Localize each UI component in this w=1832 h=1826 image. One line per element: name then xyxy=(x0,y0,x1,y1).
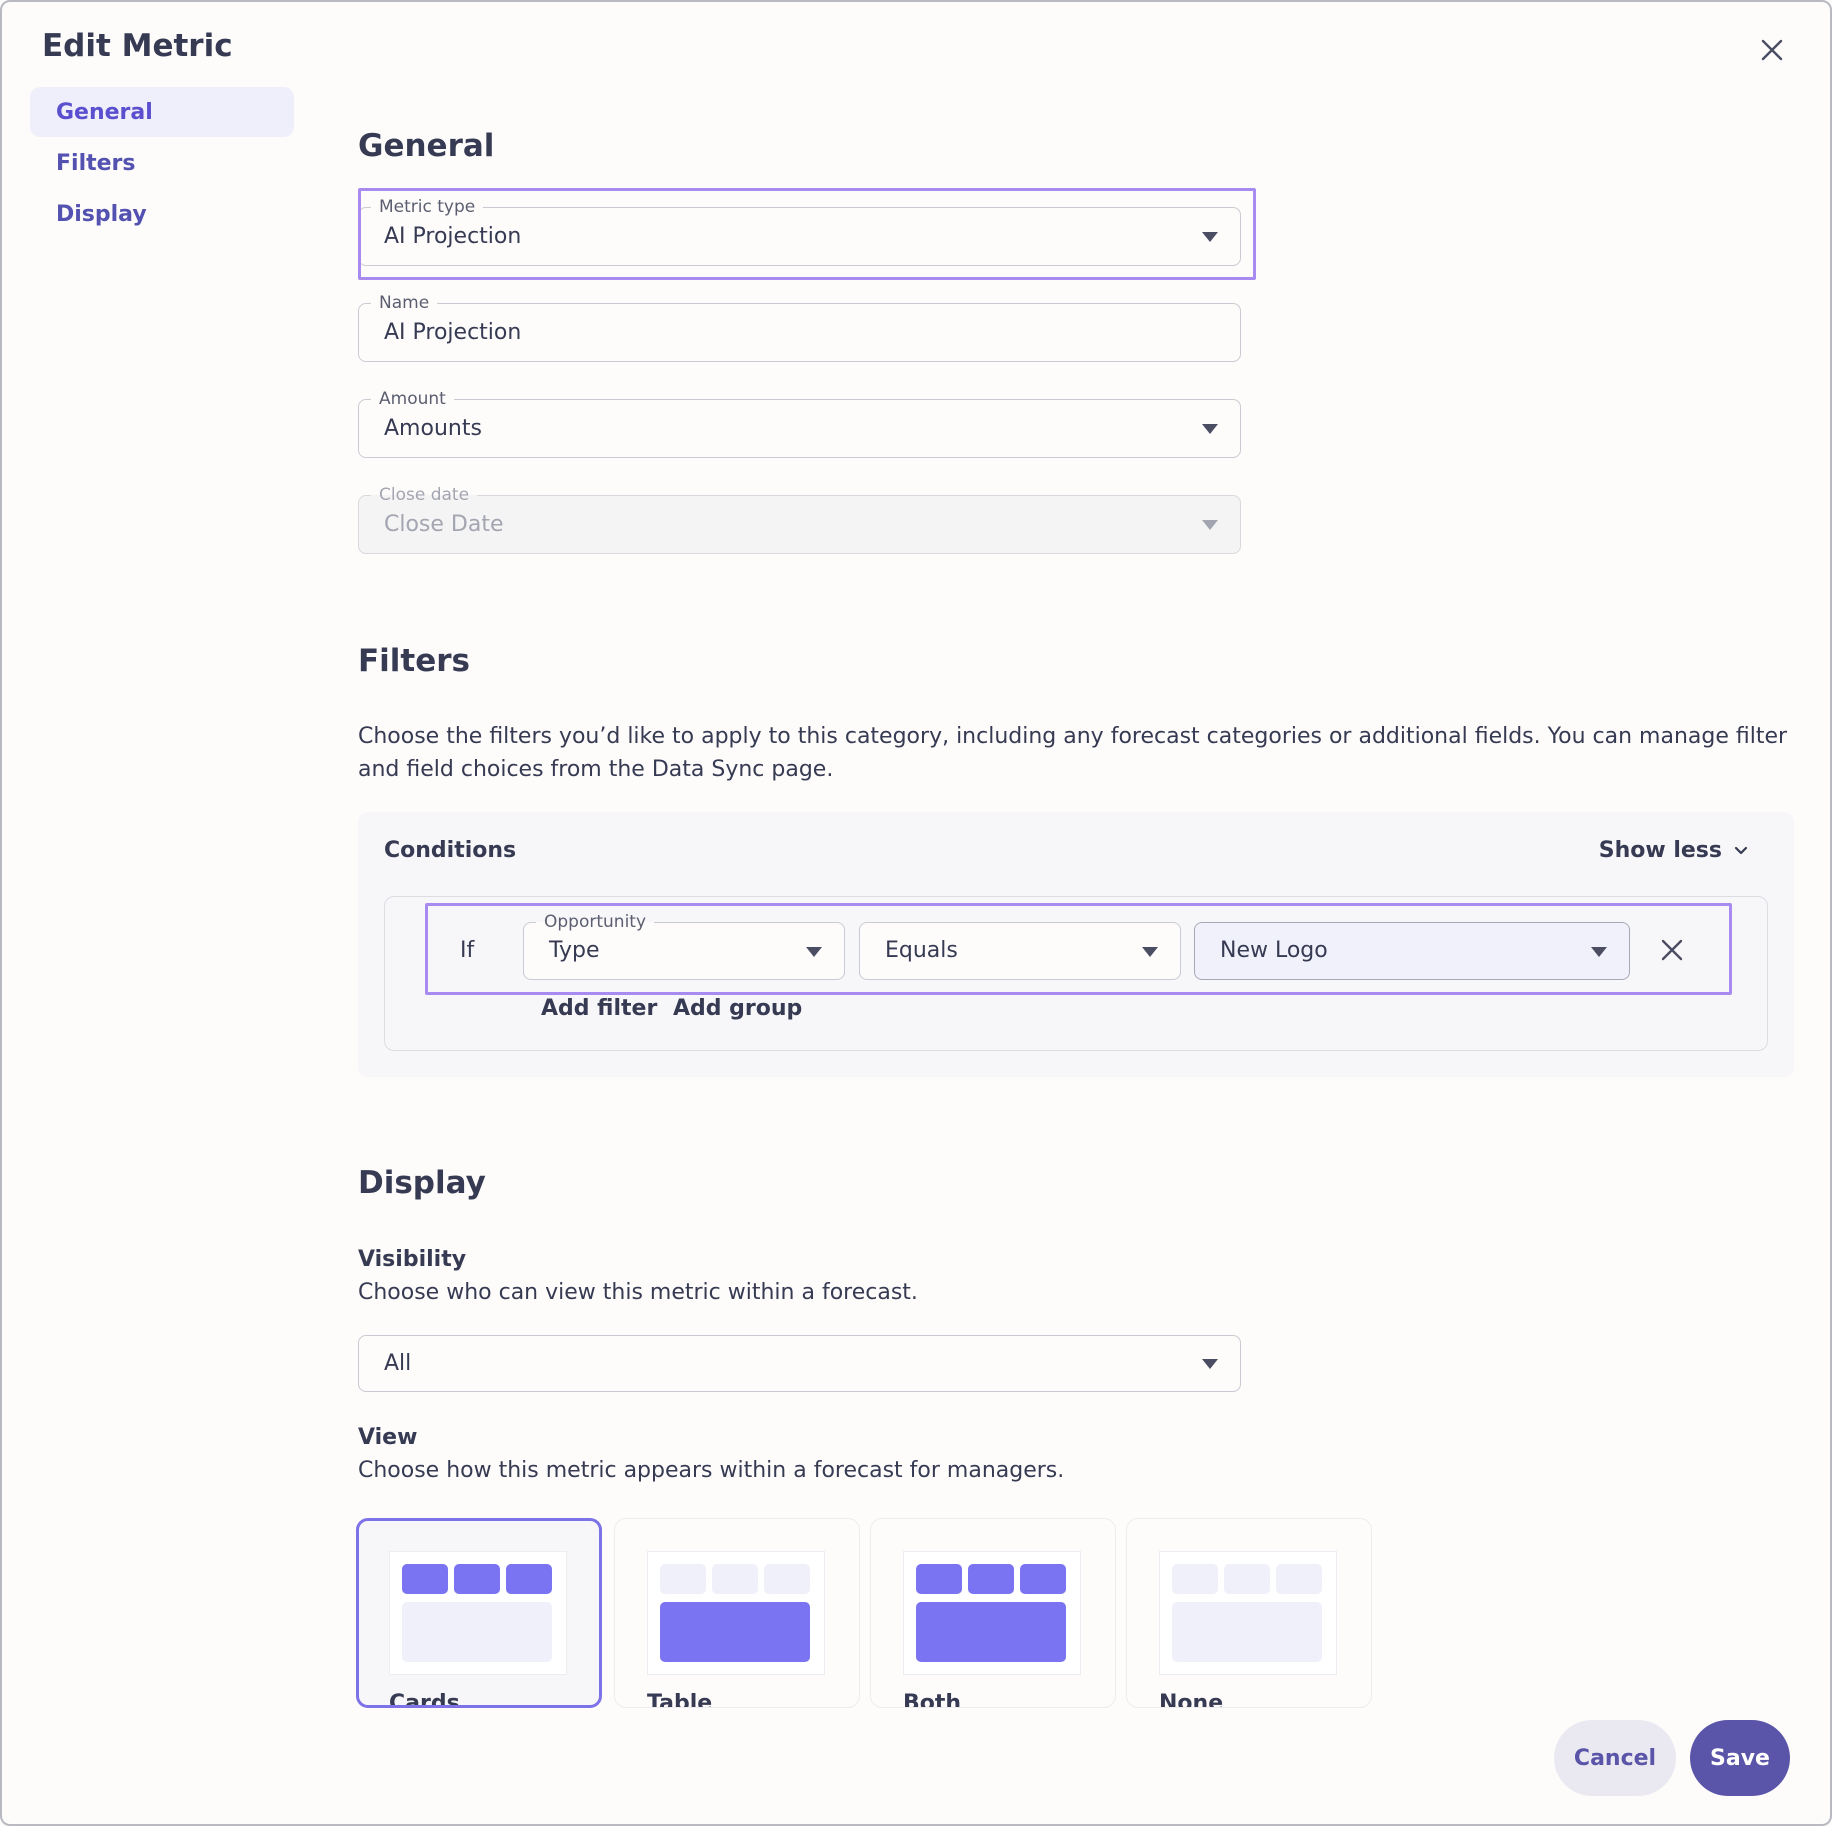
both-preview xyxy=(903,1551,1081,1675)
visibility-value: All xyxy=(384,1351,412,1376)
none-preview xyxy=(1159,1551,1337,1675)
metric-type-value: AI Projection xyxy=(384,224,522,249)
amount-select[interactable]: Amount Amounts xyxy=(358,388,1241,458)
amount-value: Amounts xyxy=(384,416,482,441)
condition-field-select[interactable]: Opportunity Type xyxy=(523,911,845,980)
edit-metric-modal: Edit Metric General Filters Display Gene… xyxy=(0,0,1832,1826)
amount-label: Amount xyxy=(371,388,454,410)
filters-description: Choose the filters you’d like to apply t… xyxy=(358,724,1788,782)
close-button[interactable] xyxy=(1756,34,1788,66)
name-value: AI Projection xyxy=(384,320,522,345)
conditions-title: Conditions xyxy=(384,838,517,863)
close-date-select: Close date Close Date xyxy=(358,484,1241,554)
filters-section-title: Filters xyxy=(358,643,471,679)
view-option-both[interactable]: Both xyxy=(870,1518,1116,1708)
view-option-label: None xyxy=(1159,1691,1224,1708)
visibility-select[interactable]: All xyxy=(358,1335,1241,1392)
view-label: View xyxy=(358,1425,418,1450)
view-option-label: Cards xyxy=(389,1691,460,1708)
close-icon xyxy=(1661,939,1683,961)
table-preview xyxy=(647,1551,825,1675)
show-less-toggle[interactable]: Show less xyxy=(1599,838,1748,863)
metric-type-label: Metric type xyxy=(371,196,484,218)
condition-value-value: New Logo xyxy=(1220,938,1328,963)
remove-condition-button[interactable] xyxy=(1657,935,1687,965)
name-field[interactable]: Name AI Projection xyxy=(358,292,1241,362)
view-option-label: Table xyxy=(647,1691,713,1708)
view-option-cards[interactable]: Cards xyxy=(356,1518,602,1708)
chevron-down-icon xyxy=(1734,846,1748,854)
caret-down-icon xyxy=(1202,232,1218,242)
sidebar-item-general[interactable]: General xyxy=(30,87,294,137)
sidebar-item-label: Display xyxy=(56,201,147,227)
save-button[interactable]: Save xyxy=(1690,1720,1790,1796)
view-option-table[interactable]: Table xyxy=(614,1518,860,1708)
condition-value-select[interactable]: New Logo xyxy=(1194,922,1630,980)
sidebar-item-label: General xyxy=(56,99,153,125)
caret-down-icon xyxy=(806,947,822,957)
sidebar-item-display[interactable]: Display xyxy=(30,189,294,239)
close-date-label: Close date xyxy=(371,484,478,506)
caret-down-icon xyxy=(1202,520,1218,530)
caret-down-icon xyxy=(1202,424,1218,434)
add-group-button[interactable]: Add group xyxy=(673,996,802,1021)
condition-operator-value: Equals xyxy=(885,938,958,963)
caret-down-icon xyxy=(1202,1359,1218,1369)
cancel-button[interactable]: Cancel xyxy=(1554,1720,1676,1796)
condition-field-label: Opportunity xyxy=(536,911,655,933)
caret-down-icon xyxy=(1591,947,1607,957)
view-description: Choose how this metric appears within a … xyxy=(358,1458,1065,1483)
metric-type-select[interactable]: Metric type AI Projection xyxy=(358,196,1241,266)
view-option-label: Both xyxy=(903,1691,962,1708)
modal-title: Edit Metric xyxy=(42,28,233,64)
view-option-none[interactable]: None xyxy=(1126,1518,1372,1708)
visibility-label: Visibility xyxy=(358,1247,467,1272)
condition-if-label: If xyxy=(460,938,475,963)
close-icon xyxy=(1761,39,1783,61)
visibility-description: Choose who can view this metric within a… xyxy=(358,1280,918,1305)
cards-preview xyxy=(389,1551,567,1675)
display-section-title: Display xyxy=(358,1165,486,1201)
condition-field-value: Type xyxy=(549,938,600,963)
sidebar-item-filters[interactable]: Filters xyxy=(30,138,294,188)
show-less-label: Show less xyxy=(1598,838,1722,863)
close-date-value: Close Date xyxy=(384,512,504,537)
sidebar-item-label: Filters xyxy=(56,150,136,176)
general-section-title: General xyxy=(358,128,495,164)
caret-down-icon xyxy=(1142,947,1158,957)
add-filter-button[interactable]: Add filter xyxy=(541,996,657,1021)
condition-operator-select[interactable]: Equals xyxy=(859,922,1181,980)
name-label: Name xyxy=(371,292,438,314)
